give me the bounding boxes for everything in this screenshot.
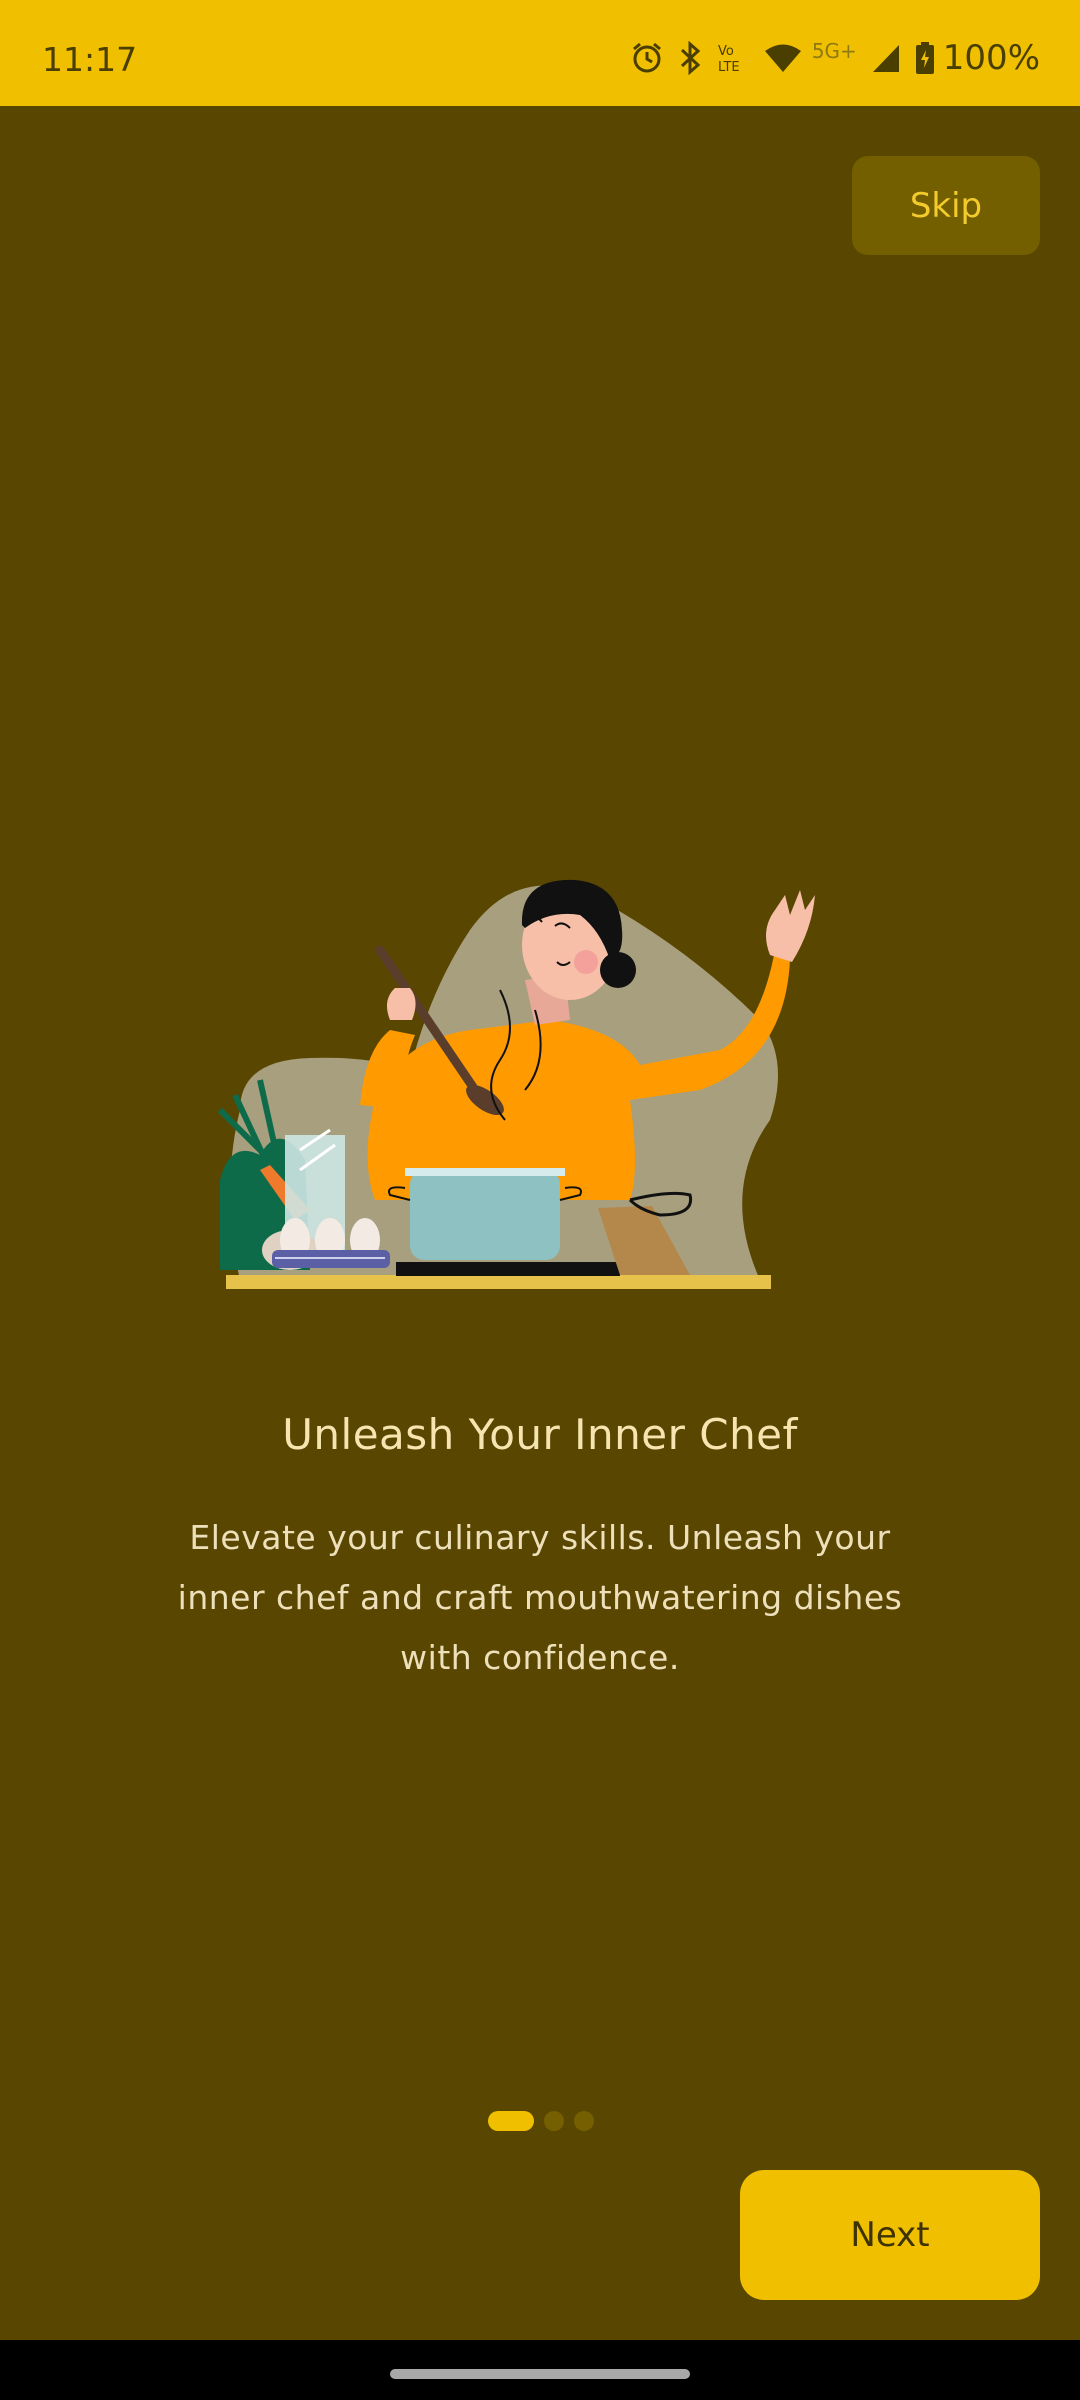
onboarding-title: Unleash Your Inner Chef (282, 1410, 798, 1459)
status-icons: Vo LTE 5G+ 100% (630, 38, 1040, 78)
chef-illustration (200, 870, 880, 1300)
home-gesture-handle[interactable] (390, 2369, 690, 2379)
skip-button[interactable]: Skip (852, 156, 1040, 255)
battery-charging-icon (915, 41, 935, 75)
next-button[interactable]: Next (740, 2170, 1040, 2300)
network-type: 5G+ (811, 39, 857, 63)
alarm-icon (630, 41, 664, 75)
svg-text:Vo: Vo (718, 44, 734, 59)
wifi-icon (764, 42, 802, 74)
battery-level: 100% (942, 38, 1040, 78)
page-dot-1 (488, 2111, 534, 2131)
onboarding-description: Elevate your culinary skills. Unleash yo… (177, 1518, 903, 1677)
status-time: 11:17 (42, 40, 138, 79)
page-dot-2 (544, 2111, 564, 2131)
status-bar: 11:17 Vo LTE 5G+ 100% (0, 0, 1080, 106)
page-indicator (488, 2110, 594, 2132)
svg-text:LTE: LTE (718, 60, 740, 75)
signal-icon (871, 43, 901, 73)
volte-icon: Vo LTE (716, 41, 750, 75)
bluetooth-icon (678, 41, 702, 75)
page-dot-3 (574, 2111, 594, 2131)
